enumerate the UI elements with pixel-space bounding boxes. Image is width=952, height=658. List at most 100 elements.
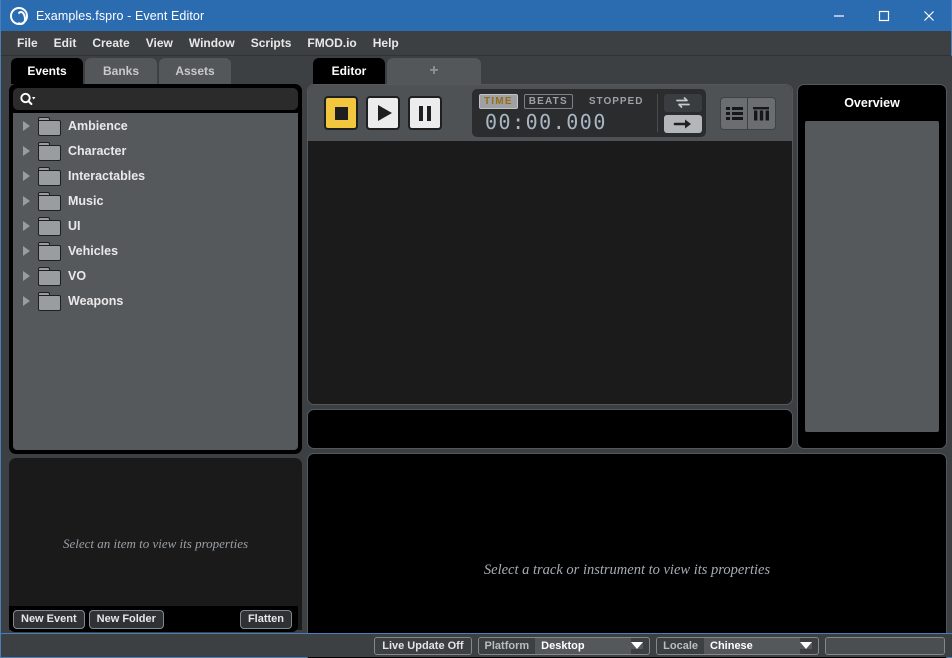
fmod-studio-window: Examples.fspro - Event Editor File Edit … bbox=[0, 0, 952, 658]
expand-triangle-icon[interactable] bbox=[23, 245, 30, 256]
menu-help[interactable]: Help bbox=[365, 33, 407, 53]
tab-events[interactable]: Events bbox=[11, 58, 83, 84]
folder-icon bbox=[38, 117, 61, 136]
menu-fmod-io[interactable]: FMOD.io bbox=[299, 33, 364, 53]
flatten-button[interactable]: Flatten bbox=[239, 609, 292, 629]
menu-scripts[interactable]: Scripts bbox=[243, 33, 300, 53]
platform-selector[interactable]: Platform Desktop bbox=[477, 636, 651, 655]
tree-row[interactable]: Weapons bbox=[13, 288, 298, 313]
tree-item-label: VO bbox=[68, 268, 87, 283]
editor-tabstrip: Editor + bbox=[305, 56, 795, 84]
time-mode-tags: TIME BEATS STOPPED bbox=[479, 93, 647, 109]
new-folder-button[interactable]: New Folder bbox=[88, 609, 164, 629]
chevron-down-icon[interactable] bbox=[800, 642, 812, 649]
platform-value: Desktop bbox=[535, 637, 632, 654]
tree-row[interactable]: UI bbox=[13, 213, 298, 238]
expand-triangle-icon[interactable] bbox=[23, 270, 30, 281]
minimize-icon[interactable] bbox=[816, 0, 861, 31]
transport-status: STOPPED bbox=[588, 95, 644, 107]
time-display: TIME BEATS STOPPED 00:00.000 bbox=[472, 89, 707, 137]
event-tree[interactable]: Ambience Character Interactables Music U… bbox=[13, 113, 298, 450]
overview-body[interactable] bbox=[805, 121, 939, 432]
tree-item-label: Music bbox=[68, 193, 104, 208]
status-message bbox=[826, 637, 944, 654]
live-update-button[interactable]: Live Update Off bbox=[374, 636, 472, 655]
window-title: Examples.fspro - Event Editor bbox=[36, 8, 205, 23]
expand-triangle-icon[interactable] bbox=[23, 295, 30, 306]
browser-tabstrip: Events Banks Assets bbox=[3, 56, 304, 84]
tree-item-label: Character bbox=[68, 143, 127, 158]
browser-panel: Events Banks Assets Ambience Character I… bbox=[3, 56, 304, 634]
tree-row[interactable]: VO bbox=[13, 263, 298, 288]
expand-triangle-icon[interactable] bbox=[23, 145, 30, 156]
track-properties-hint: Select a track or instrument to view its… bbox=[483, 562, 771, 578]
locale-label: Locale bbox=[657, 637, 704, 654]
mixer-view-icon[interactable] bbox=[748, 98, 775, 129]
editor-strip[interactable] bbox=[307, 409, 793, 449]
tree-item-label: Vehicles bbox=[68, 243, 119, 258]
tab-add-new[interactable]: + bbox=[387, 58, 481, 84]
tab-assets[interactable]: Assets bbox=[159, 58, 231, 84]
play-icon bbox=[378, 105, 392, 121]
beats-mode-button[interactable]: BEATS bbox=[523, 93, 573, 109]
expand-triangle-icon[interactable] bbox=[23, 170, 30, 181]
tree-row[interactable]: Vehicles bbox=[13, 238, 298, 263]
menu-create[interactable]: Create bbox=[84, 33, 137, 53]
search-bar[interactable] bbox=[13, 88, 298, 110]
tree-row[interactable]: Interactables bbox=[13, 163, 298, 188]
close-icon[interactable] bbox=[906, 0, 951, 31]
menu-edit[interactable]: Edit bbox=[46, 33, 85, 53]
tree-item-label: Ambience bbox=[68, 118, 128, 133]
status-message-area bbox=[825, 636, 945, 655]
track-properties-panel: Select a track or instrument to view its… bbox=[307, 453, 947, 658]
chevron-down-icon[interactable] bbox=[631, 642, 644, 649]
platform-label: Platform bbox=[478, 637, 536, 654]
maximize-icon[interactable] bbox=[861, 0, 906, 31]
list-view-icon[interactable] bbox=[721, 97, 749, 129]
overview-panel: Overview bbox=[797, 84, 947, 449]
search-icon bbox=[19, 92, 36, 107]
timecode-readout[interactable]: 00:00.000 bbox=[479, 111, 647, 133]
pause-button[interactable] bbox=[408, 96, 442, 130]
tree-row[interactable]: Character bbox=[13, 138, 298, 163]
time-display-left: TIME BEATS STOPPED 00:00.000 bbox=[479, 92, 647, 134]
expand-triangle-icon[interactable] bbox=[23, 220, 30, 231]
divider bbox=[657, 94, 659, 132]
loop-icon[interactable] bbox=[664, 93, 703, 112]
fmod-logo-icon bbox=[10, 6, 28, 25]
search-input[interactable] bbox=[36, 92, 298, 106]
view-mode-group bbox=[720, 96, 777, 130]
time-mode-button[interactable]: TIME bbox=[479, 93, 518, 109]
workspace: Events Banks Assets Ambience Character I… bbox=[1, 56, 952, 658]
status-bar: Live Update Off Platform Desktop Locale … bbox=[1, 633, 952, 657]
event-browser: Ambience Character Interactables Music U… bbox=[9, 84, 302, 454]
tree-item-label: Interactables bbox=[68, 168, 146, 183]
title-bar: Examples.fspro - Event Editor bbox=[1, 0, 951, 31]
stop-icon bbox=[334, 106, 348, 120]
tree-row[interactable]: Ambience bbox=[13, 113, 298, 138]
folder-icon bbox=[38, 142, 61, 161]
editor-canvas: TIME BEATS STOPPED 00:00.000 bbox=[307, 84, 793, 405]
new-event-button[interactable]: New Event bbox=[13, 609, 85, 629]
menu-file[interactable]: File bbox=[9, 33, 46, 53]
tree-item-label: Weapons bbox=[68, 293, 124, 308]
expand-triangle-icon[interactable] bbox=[23, 195, 30, 206]
play-button[interactable] bbox=[366, 96, 400, 130]
folder-icon bbox=[38, 167, 61, 186]
folder-icon bbox=[38, 192, 61, 211]
arrow-right-icon[interactable] bbox=[664, 114, 703, 133]
menu-window[interactable]: Window bbox=[181, 33, 243, 53]
tree-row[interactable]: Music bbox=[13, 188, 298, 213]
folder-icon bbox=[38, 242, 61, 261]
browser-footer: New Event New Folder Flatten bbox=[9, 606, 298, 632]
tab-editor[interactable]: Editor bbox=[313, 58, 385, 84]
properties-hint: Select an item to view its properties bbox=[62, 536, 249, 551]
folder-icon bbox=[38, 217, 61, 236]
stop-button[interactable] bbox=[324, 96, 358, 130]
locale-selector[interactable]: Locale Chinese bbox=[656, 636, 819, 655]
menu-view[interactable]: View bbox=[138, 33, 181, 53]
menu-bar: File Edit Create View Window Scripts FMO… bbox=[1, 31, 951, 56]
tab-banks[interactable]: Banks bbox=[85, 58, 157, 84]
browser-properties-panel: Select an item to view its properties bbox=[9, 458, 302, 630]
expand-triangle-icon[interactable] bbox=[23, 120, 30, 131]
